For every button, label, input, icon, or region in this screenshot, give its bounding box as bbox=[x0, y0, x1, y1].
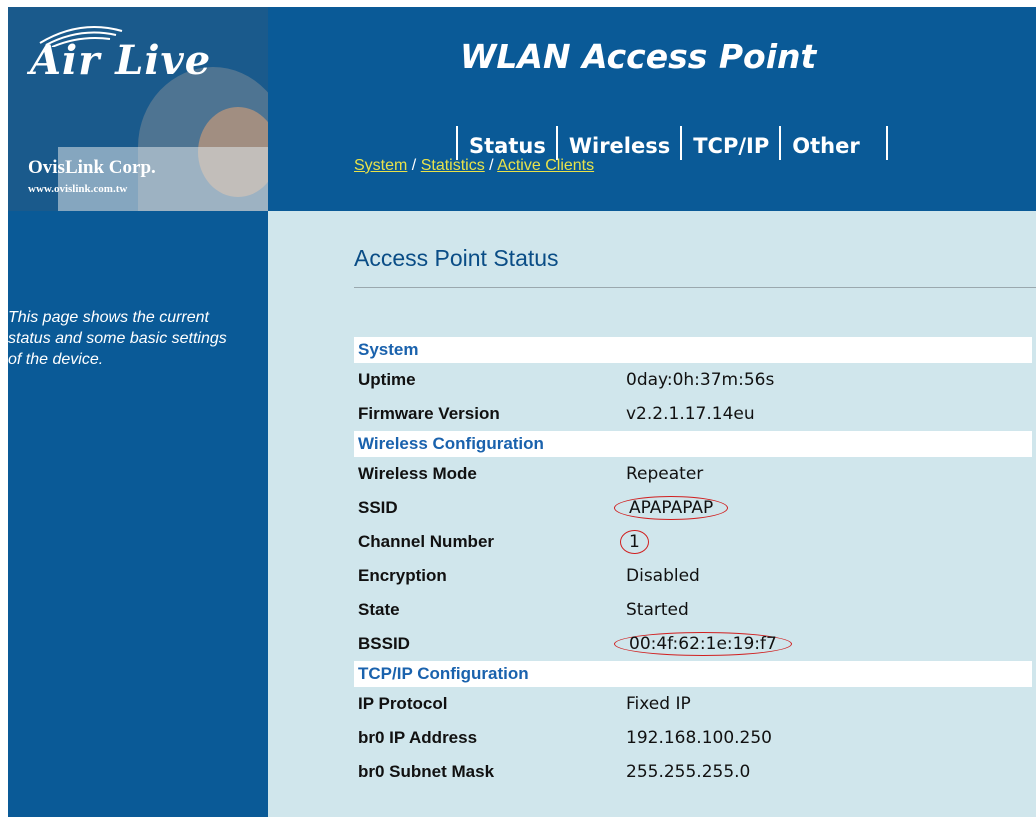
section-header-system: System bbox=[354, 337, 1032, 363]
company-url: www.ovislink.com.tw bbox=[28, 183, 128, 195]
table-row: br0 IP Address 192.168.100.250 bbox=[354, 721, 1032, 755]
table-row: BSSID 00:4f:62:1e:19:f7 bbox=[354, 627, 1032, 661]
subnav-separator: / bbox=[489, 157, 494, 174]
table-row: br0 Subnet Mask 255.255.255.0 bbox=[354, 755, 1032, 789]
row-value: Fixed IP bbox=[626, 694, 691, 714]
main-tabs: Status Wireless TCP/IP Other bbox=[456, 126, 888, 160]
sidebar-description: This page shows the current status and s… bbox=[8, 309, 227, 368]
row-label: IP Protocol bbox=[358, 694, 448, 713]
sub-navigation: System / Statistics / Active Clients bbox=[354, 157, 594, 175]
row-label: SSID bbox=[358, 498, 398, 517]
table-row: Encryption Disabled bbox=[354, 559, 1032, 593]
row-value-channel: 1 bbox=[620, 525, 1032, 559]
page-title: Access Point Status bbox=[354, 245, 559, 271]
row-value: 255.255.255.0 bbox=[626, 762, 751, 782]
row-value: 0day:0h:37m:56s bbox=[626, 370, 775, 390]
row-label: BSSID bbox=[358, 634, 410, 653]
tab-tcpip[interactable]: TCP/IP bbox=[680, 126, 779, 160]
row-label: br0 Subnet Mask bbox=[358, 762, 495, 781]
subnav-system-link[interactable]: System bbox=[354, 157, 407, 174]
table-row: Channel Number 1 bbox=[354, 525, 1032, 559]
row-value: 192.168.100.250 bbox=[626, 728, 773, 748]
row-label: Channel Number bbox=[358, 532, 495, 551]
title-divider bbox=[354, 287, 1036, 288]
brand-logo: Air Live bbox=[30, 37, 212, 84]
tab-wireless[interactable]: Wireless bbox=[555, 126, 680, 160]
table-row: Firmware Version v2.2.1.17.14eu bbox=[354, 397, 1032, 431]
row-value: Disabled bbox=[626, 566, 700, 586]
sidebar: This page shows the current status and s… bbox=[8, 211, 268, 817]
section-title: System bbox=[354, 337, 1032, 363]
subnav-statistics-link[interactable]: Statistics bbox=[421, 157, 485, 174]
row-value: Repeater bbox=[626, 464, 704, 484]
page-header-title: WLAN Access Point bbox=[460, 37, 817, 76]
table-row: SSID APAPAPAP bbox=[354, 491, 1032, 525]
table-row: State Started bbox=[354, 593, 1032, 627]
highlight-ring: APAPAPAP bbox=[614, 496, 729, 520]
row-label: Firmware Version bbox=[358, 404, 500, 423]
row-label: Wireless Mode bbox=[358, 464, 477, 483]
tab-other[interactable]: Other bbox=[779, 126, 888, 160]
row-value: v2.2.1.17.14eu bbox=[626, 404, 755, 424]
section-title: Wireless Configuration bbox=[354, 431, 1032, 457]
table-row: Uptime 0day:0h:37m:56s bbox=[354, 363, 1032, 397]
company-name: OvisLink Corp. bbox=[28, 157, 156, 178]
row-value: Started bbox=[626, 600, 689, 620]
page-frame: Air Live OvisLink Corp. www.ovislink.com… bbox=[8, 7, 1036, 817]
section-title: TCP/IP Configuration bbox=[354, 661, 1032, 687]
row-label: br0 IP Address bbox=[358, 728, 478, 747]
tab-status[interactable]: Status bbox=[456, 126, 556, 160]
logo-panel: Air Live OvisLink Corp. www.ovislink.com… bbox=[8, 7, 268, 211]
section-header-tcpip: TCP/IP Configuration bbox=[354, 661, 1032, 687]
header: Air Live OvisLink Corp. www.ovislink.com… bbox=[8, 7, 1036, 211]
row-value-ssid: APAPAPAP bbox=[614, 491, 1032, 525]
table-row: IP Protocol Fixed IP bbox=[354, 687, 1032, 721]
status-table: System Uptime 0day:0h:37m:56s Firmware V… bbox=[354, 337, 1032, 789]
row-label: Encryption bbox=[358, 566, 447, 585]
highlight-ring: 00:4f:62:1e:19:f7 bbox=[614, 632, 792, 656]
row-label: Uptime bbox=[358, 370, 416, 389]
row-label: State bbox=[358, 600, 400, 619]
subnav-separator: / bbox=[411, 157, 417, 174]
subnav-active-clients-link[interactable]: Active Clients bbox=[497, 157, 594, 174]
highlight-ring: 1 bbox=[620, 530, 649, 554]
section-header-wireless: Wireless Configuration bbox=[354, 431, 1032, 457]
row-value-bssid: 00:4f:62:1e:19:f7 bbox=[614, 627, 1032, 661]
table-row: Wireless Mode Repeater bbox=[354, 457, 1032, 491]
